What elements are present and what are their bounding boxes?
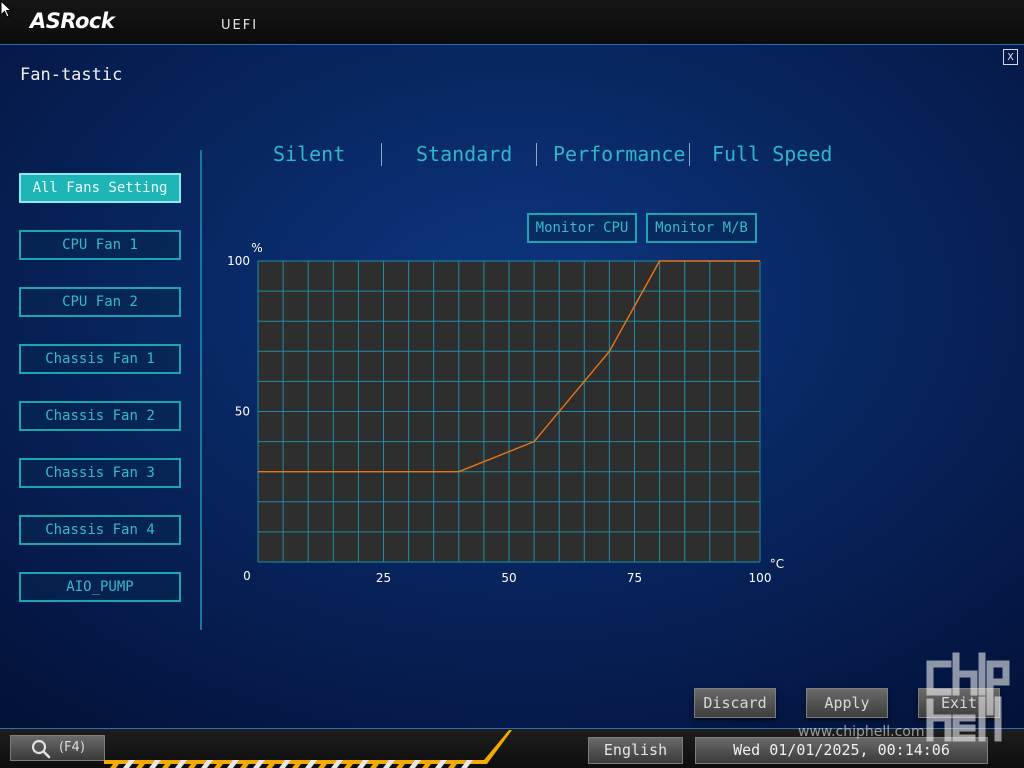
language-button[interactable]: English [588, 737, 683, 764]
x-axis-label: °C [770, 557, 784, 571]
y-axis-label: % [251, 241, 262, 255]
search-button[interactable]: (F4) [10, 735, 105, 761]
x-tick-label: 100 [749, 571, 772, 585]
hazard-stripes-decoration [104, 730, 512, 768]
apply-button[interactable]: Apply [806, 688, 888, 718]
x-tick-label: 50 [501, 571, 516, 585]
search-icon [31, 739, 51, 759]
accent-bar [104, 730, 512, 764]
y-tick-label: 100 [227, 254, 250, 268]
discard-button[interactable]: Discard [694, 688, 776, 718]
chiphell-logo-watermark [926, 652, 1010, 742]
x-tick-label-zero: 0 [243, 569, 251, 583]
x-tick-label: 75 [627, 571, 642, 585]
y-tick-label: 50 [235, 405, 250, 419]
search-shortcut-label: (F4) [59, 740, 85, 755]
x-tick-label: 25 [376, 571, 391, 585]
fan-curve-chart[interactable]: 25 50 75 100 0 100 50% °C [0, 0, 1024, 768]
fan-tastic-screen: ASRock UEFI X Fan-tastic All Fans Settin… [0, 0, 1024, 768]
watermark-text: www.chiphell.com [798, 724, 925, 740]
